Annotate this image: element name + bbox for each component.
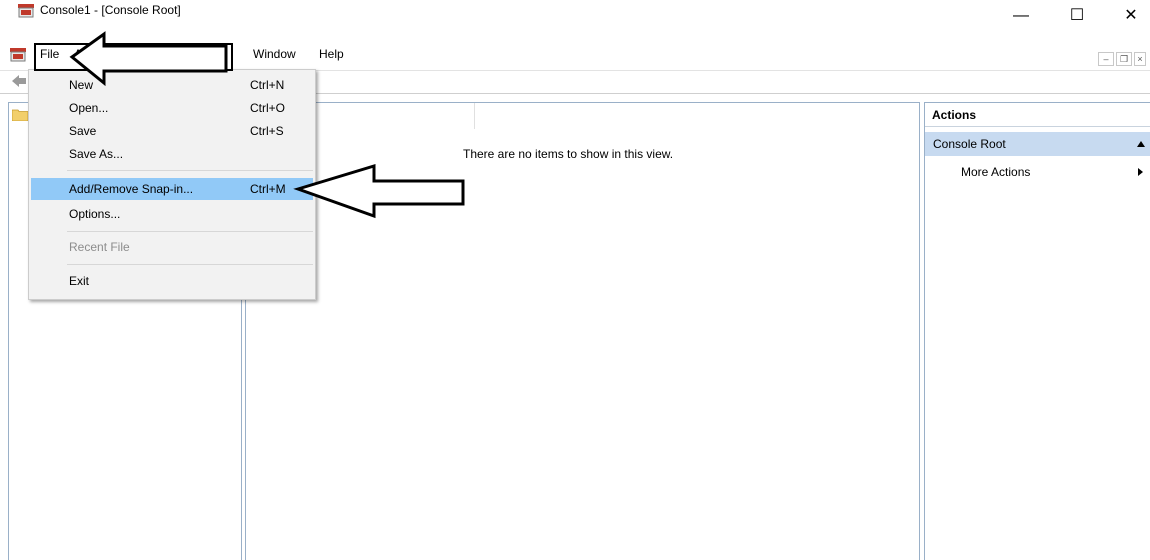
menu-item-save[interactable]: Save Ctrl+S [31,120,313,142]
menu-item-exit[interactable]: Exit [31,270,313,292]
mdi-minimize-button[interactable]: – [1098,52,1114,66]
mmc-console-icon [18,4,34,18]
folder-icon[interactable] [12,108,28,121]
actions-item-label: More Actions [961,165,1031,179]
menu-separator [67,231,313,232]
menu-item-label: Exit [69,274,90,288]
actions-header: Actions [925,103,1150,127]
menu-item-shortcut: Ctrl+N [250,78,285,92]
menu-item-label: Open... [69,101,109,115]
menu-view[interactable]: View [134,47,160,61]
menu-item-shortcut: Ctrl+M [250,182,286,196]
menu-item-label: Recent File [69,240,130,254]
close-button[interactable]: ✕ [1108,0,1150,32]
title-bar: Console1 - [Console Root] — ☐ ✕ [0,0,1150,40]
actions-section-console-root[interactable]: Console Root [925,132,1150,156]
menu-item-label: Options... [69,207,121,221]
menu-bar: File Action View Favorite Window Help [0,44,1150,66]
mmc-console-icon[interactable] [10,48,26,62]
mdi-close-button[interactable]: × [1134,52,1146,66]
mdi-restore-button[interactable]: ❐ [1116,52,1132,66]
mmc-window: Console1 - [Console Root] — ☐ ✕ File Act… [0,0,1150,560]
file-menu-dropdown: New Ctrl+N Open... Ctrl+O Save Ctrl+S Sa… [28,69,316,300]
actions-pane: Actions Console Root More Actions [924,102,1150,560]
empty-view-message: There are no items to show in this view. [463,147,674,161]
menu-item-label: Save As... [69,147,124,161]
actions-item-more-actions[interactable]: More Actions [925,160,1150,184]
menu-item-label: Save [69,124,97,138]
window-title: Console1 - [Console Root] [40,3,181,17]
menu-item-save-as[interactable]: Save As... [31,143,313,165]
actions-section-label: Console Root [933,137,1006,151]
menu-item-add-remove-snap-in[interactable]: Add/Remove Snap-in... Ctrl+M [31,178,313,200]
menu-item-label: New [69,78,94,92]
menu-item-new[interactable]: New Ctrl+N [31,74,313,96]
results-pane: There are no items to show in this view. [245,102,920,560]
back-arrow-icon[interactable] [12,75,26,87]
menu-item-shortcut: Ctrl+O [250,101,286,115]
menu-separator [67,170,313,171]
column-separator [474,103,475,129]
menu-item-shortcut: Ctrl+S [250,124,284,138]
menu-item-recent-file: Recent File [31,236,313,258]
menu-item-open[interactable]: Open... Ctrl+O [31,97,313,119]
collapse-icon[interactable] [1137,141,1145,147]
menu-help[interactable]: Help [319,47,344,61]
menu-favorites[interactable]: Favorite [181,47,224,61]
menu-item-label: Add/Remove Snap-in... [69,182,194,196]
maximize-button[interactable]: ☐ [1054,0,1100,32]
menu-separator [67,264,313,265]
menu-action[interactable]: Action [74,47,107,61]
submenu-arrow-icon [1138,168,1143,176]
menu-window[interactable]: Window [253,47,296,61]
menu-item-options[interactable]: Options... [31,203,313,225]
menu-file[interactable]: File [40,47,59,61]
minimize-button[interactable]: — [998,0,1044,32]
